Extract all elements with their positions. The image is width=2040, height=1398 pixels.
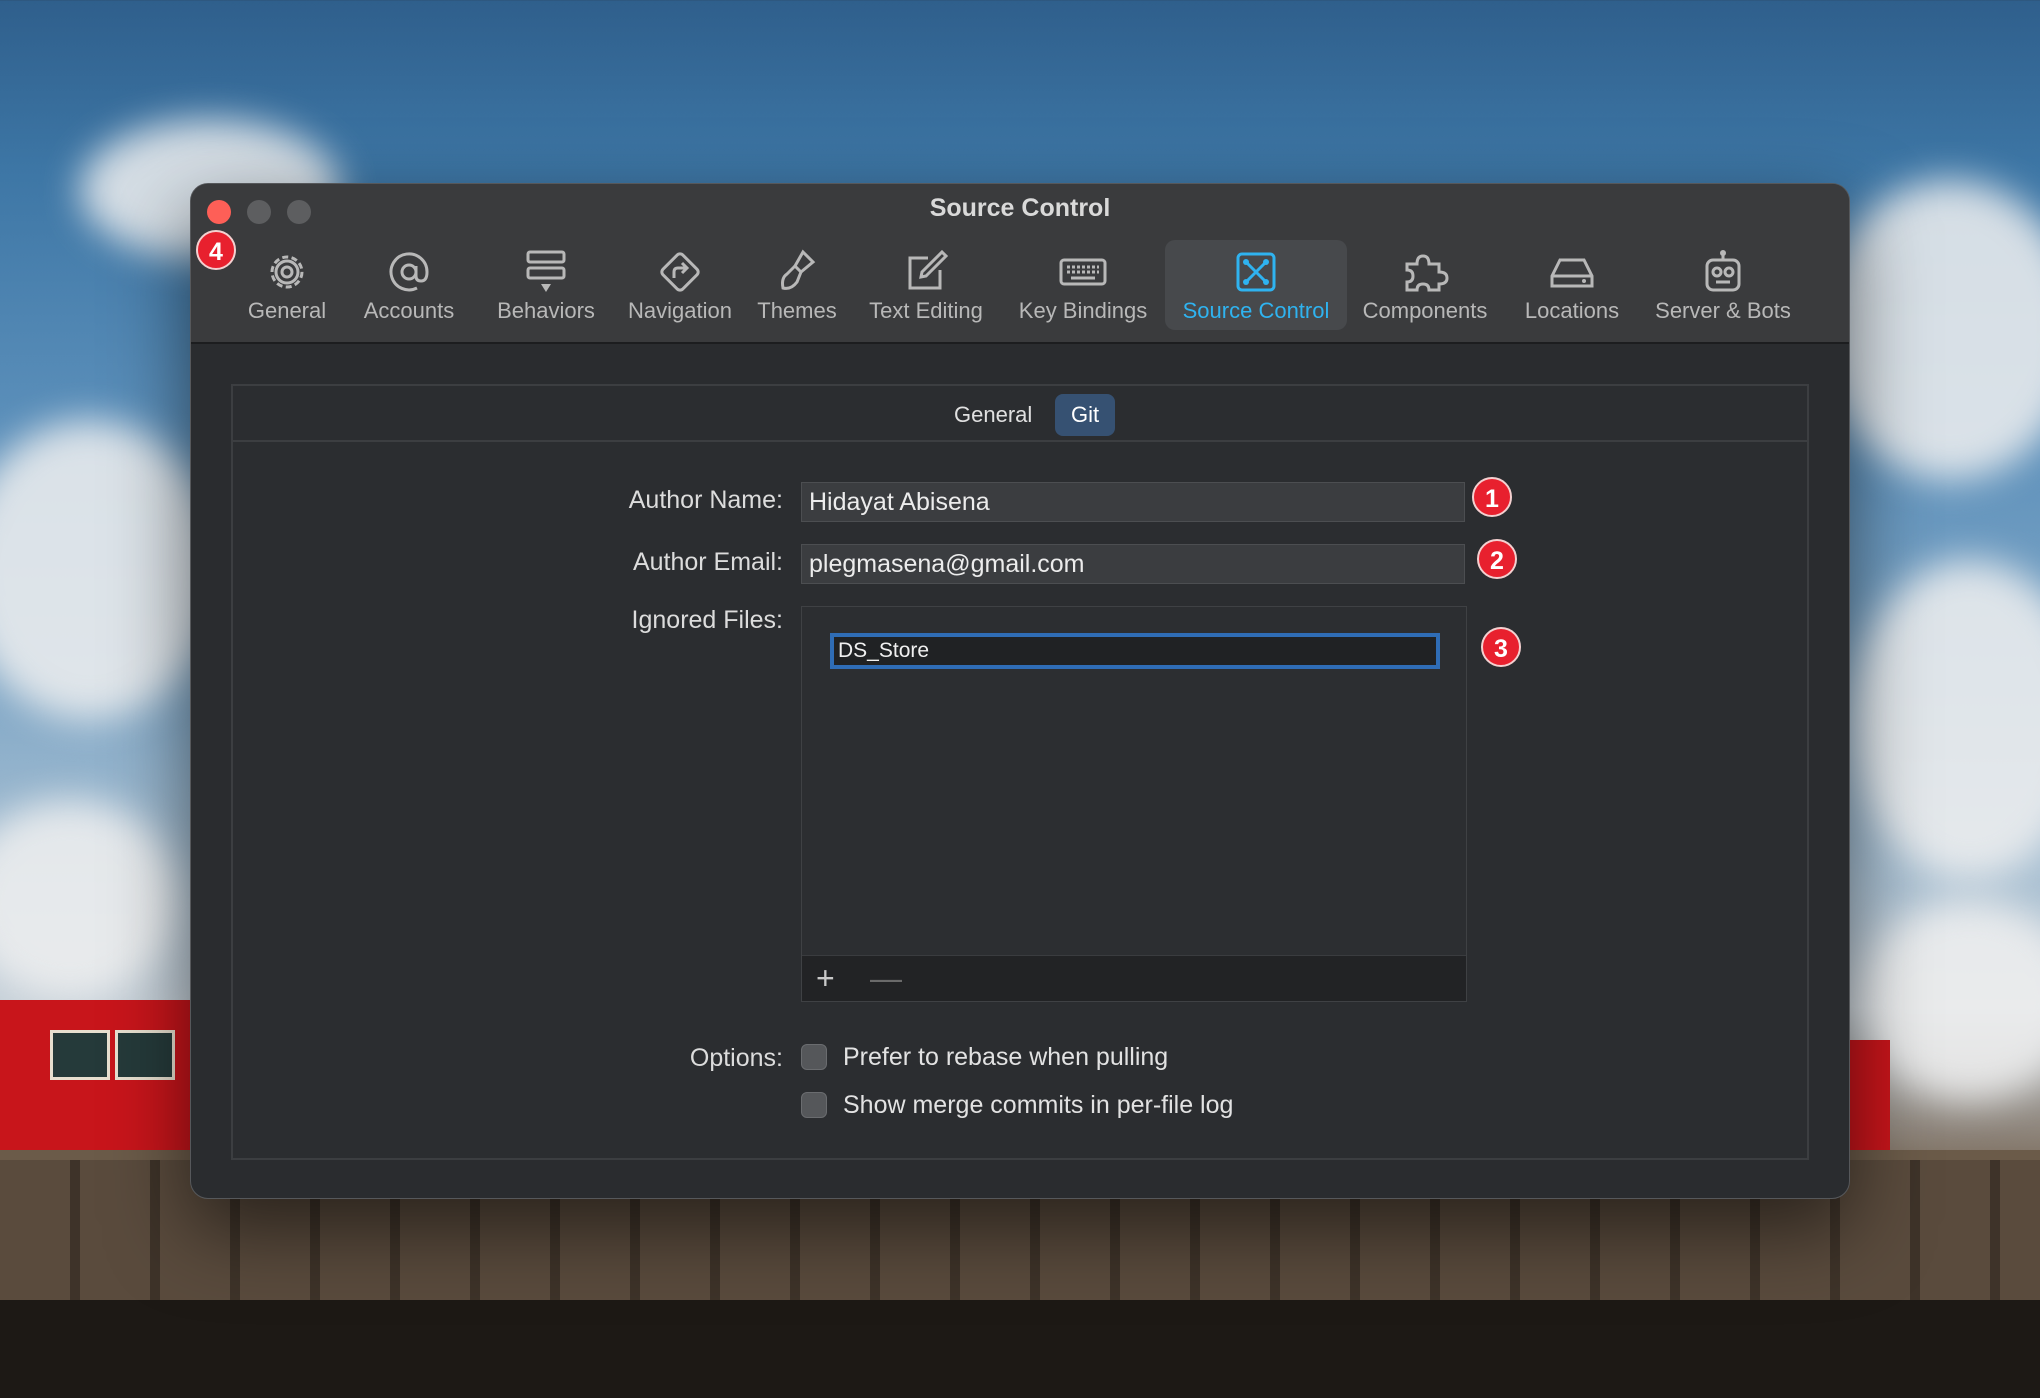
toolbar-item-text-editing[interactable]: Text Editing [861, 240, 991, 330]
window-title: Source Control [929, 194, 1111, 222]
toolbar-label: Server & Bots [1655, 298, 1791, 323]
rebase-checkbox-label[interactable]: Prefer to rebase when pulling [843, 1043, 1168, 1072]
preferences-window: Source Control General Accounts Behavior… [190, 183, 1850, 1199]
puzzle-icon [1405, 254, 1449, 292]
keyboard-icon [1059, 258, 1107, 286]
author-name-label: Author Name: [628, 486, 783, 514]
toolbar-label: Navigation [628, 298, 732, 323]
source-control-icon [1236, 252, 1276, 292]
behaviors-icon [526, 250, 566, 292]
rebase-checkbox[interactable] [801, 1044, 827, 1070]
toolbar-item-themes[interactable]: Themes [749, 240, 845, 330]
toolbar-label: Source Control [1182, 298, 1330, 323]
at-sign-icon [389, 252, 429, 292]
toolbar-label: Components [1362, 298, 1488, 323]
ignored-files-list: DS_Store + — [801, 606, 1467, 1002]
preferences-toolbar: General Accounts Behaviors Navigation Th… [191, 240, 1849, 336]
merge-commits-checkbox-label[interactable]: Show merge commits in per-file log [843, 1091, 1233, 1120]
paintbrush-icon [781, 249, 816, 290]
toolbar-item-general[interactable]: General [237, 240, 337, 330]
segmented-control: General Git [233, 386, 1807, 442]
annotation-badge-3: 3 [1481, 627, 1521, 667]
robot-icon [1705, 250, 1741, 292]
options-label: Options: [689, 1044, 783, 1072]
remove-ignored-file-button[interactable]: — [870, 960, 902, 996]
gear-icon [270, 255, 304, 289]
toolbar-item-accounts[interactable]: Accounts [354, 240, 464, 330]
annotation-badge-1: 1 [1472, 477, 1512, 517]
navigation-icon [660, 252, 700, 292]
list-footer: + — [802, 955, 1466, 1001]
author-email-field[interactable]: plegmasena@gmail.com [801, 544, 1465, 584]
toolbar-item-behaviors[interactable]: Behaviors [481, 240, 611, 330]
annotation-badge-2: 2 [1477, 539, 1517, 579]
settings-panel: General Git Author Name: Hidayat Abisena… [231, 384, 1809, 1160]
toolbar-label: General [247, 298, 327, 323]
toolbar-label: Themes [757, 298, 837, 323]
pencil-square-icon [908, 249, 949, 290]
toolbar-label: Key Bindings [1018, 298, 1148, 323]
toolbar-item-source-control[interactable]: Source Control [1165, 240, 1347, 330]
ignored-file-entry[interactable]: DS_Store [830, 633, 1440, 669]
toolbar-label: Locations [1524, 298, 1620, 323]
toolbar-label: Accounts [363, 298, 455, 323]
toolbar-label: Behaviors [497, 298, 595, 323]
toolbar-label: Text Editing [869, 298, 983, 323]
merge-commits-checkbox[interactable] [801, 1092, 827, 1118]
tab-git[interactable]: Git [1055, 394, 1116, 436]
toolbar-item-key-bindings[interactable]: Key Bindings [1013, 240, 1153, 330]
toolbar-item-locations[interactable]: Locations [1516, 240, 1628, 330]
toolbar-item-components[interactable]: Components [1355, 240, 1495, 330]
toolbar-item-server-bots[interactable]: Server & Bots [1645, 240, 1801, 330]
annotation-badge-4: 4 [196, 230, 236, 270]
title-bar: Source Control General Accounts Behavior… [191, 184, 1849, 344]
add-ignored-file-button[interactable]: + [816, 960, 835, 996]
tab-general[interactable]: General [938, 394, 1048, 436]
author-email-label: Author Email: [632, 548, 783, 576]
ignored-files-label: Ignored Files: [631, 606, 783, 634]
toolbar-item-navigation[interactable]: Navigation [615, 240, 745, 330]
author-name-field[interactable]: Hidayat Abisena [801, 482, 1465, 522]
drive-icon [1550, 258, 1594, 288]
